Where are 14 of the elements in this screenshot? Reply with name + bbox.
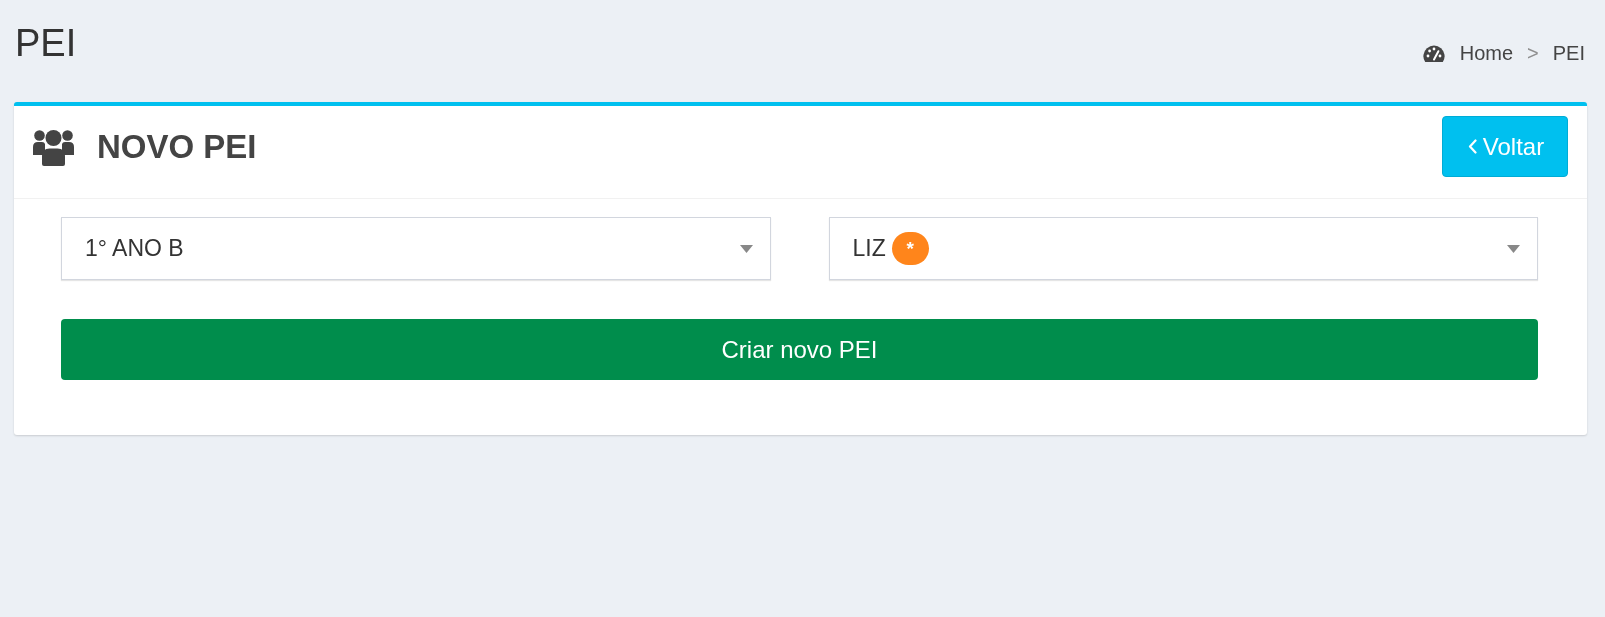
create-button[interactable]: Criar novo PEI [61, 319, 1538, 380]
select-field[interactable]: LIZ * [828, 217, 1538, 280]
caret-icon [739, 244, 753, 253]
breadcrumb-separator: > [1526, 41, 1540, 65]
select-field[interactable]: 1° ANO B [61, 217, 771, 280]
badge: * [891, 232, 929, 265]
users-icon [33, 127, 74, 166]
card-title: NOVO PEI [97, 126, 257, 167]
page-title: PEI [15, 21, 77, 65]
breadcrumb-current: PEI [1552, 41, 1585, 65]
chevron-left-icon [1467, 139, 1477, 154]
gauge-icon [1422, 44, 1445, 62]
caret-icon [1507, 244, 1520, 253]
breadcrumb-link[interactable]: Home [1422, 41, 1514, 65]
